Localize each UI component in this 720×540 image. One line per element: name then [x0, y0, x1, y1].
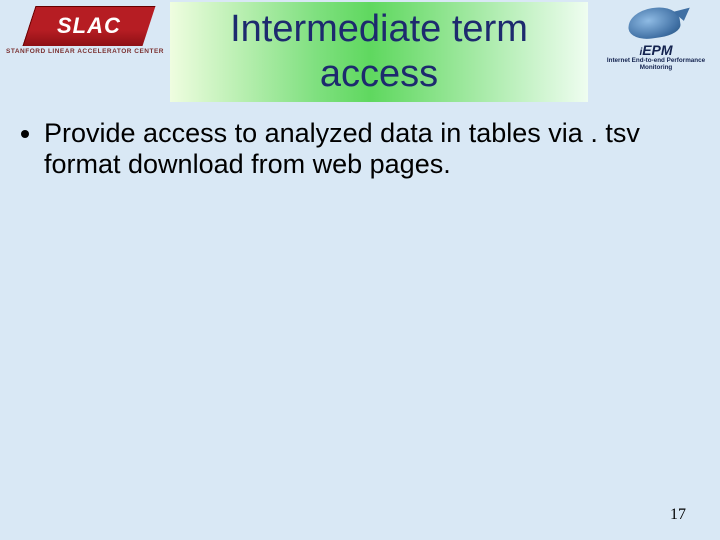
slac-logo: SLAC STANFORD LINEAR ACCELERATOR CENTER: [6, 6, 164, 55]
title-background: Intermediate term access: [170, 2, 588, 102]
slide-title: Intermediate term access: [180, 7, 578, 97]
page-number: 17: [670, 506, 686, 524]
iepm-brand-main: EPM: [642, 42, 672, 58]
bullet-item: Provide access to analyzed data in table…: [44, 118, 700, 180]
dolphin-icon: [622, 4, 690, 44]
slac-mark-text: SLAC: [57, 13, 121, 39]
iepm-logo: iEPM Internet End-to-end Performance Mon…: [596, 4, 716, 72]
iepm-brand: iEPM: [639, 42, 672, 58]
slide: SLAC STANFORD LINEAR ACCELERATOR CENTER …: [0, 0, 720, 540]
bullet-list: Provide access to analyzed data in table…: [20, 118, 700, 180]
slide-body: Provide access to analyzed data in table…: [20, 118, 700, 190]
iepm-subline: Internet End-to-end Performance Monitori…: [596, 58, 716, 72]
slac-mark: SLAC: [23, 6, 156, 46]
header: SLAC STANFORD LINEAR ACCELERATOR CENTER …: [0, 0, 720, 105]
slac-strapline: STANFORD LINEAR ACCELERATOR CENTER: [5, 48, 165, 55]
